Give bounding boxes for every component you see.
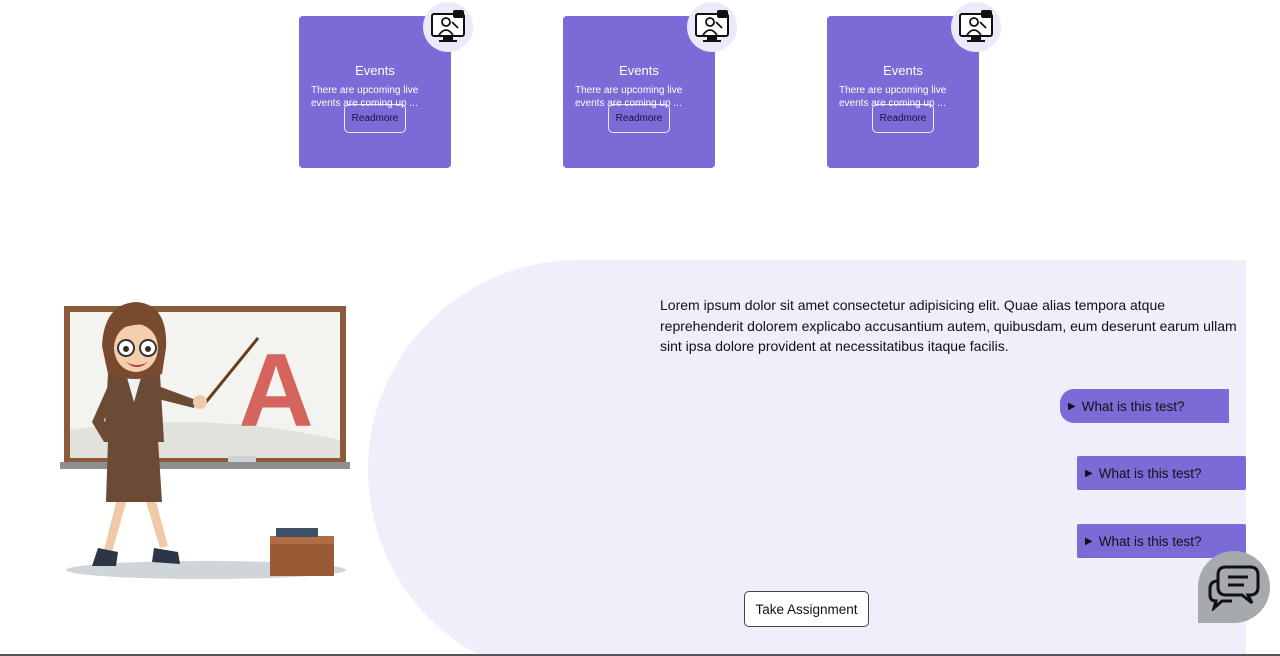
event-title: Events <box>883 63 923 78</box>
online-teacher-icon <box>951 2 1001 52</box>
online-teacher-icon <box>687 2 737 52</box>
teacher-illustration: A <box>56 290 356 590</box>
intro-paragraph: Lorem ipsum dolor sit amet consectetur a… <box>660 297 1237 354</box>
event-card: Events There are upcoming live events ar… <box>299 2 473 168</box>
event-card: Events There are upcoming live events ar… <box>563 2 737 168</box>
event-title: Events <box>619 63 659 78</box>
events-row: Events There are upcoming live events ar… <box>0 0 1280 180</box>
chat-button[interactable] <box>1198 551 1270 623</box>
take-assignment-button[interactable]: Take Assignment <box>744 591 869 627</box>
faq-question: What is this test? <box>1098 533 1202 549</box>
event-card: Events There are upcoming live events ar… <box>827 2 1001 168</box>
faq-item[interactable]: ▶ What is this test? <box>1060 389 1229 423</box>
readmore-button[interactable]: Readmore <box>608 104 670 133</box>
expand-triangle-icon: ▶ <box>1085 535 1093 547</box>
faq-question: What is this test? <box>1098 465 1202 481</box>
faq-question: What is this test? <box>1081 398 1185 414</box>
readmore-button[interactable]: Readmore <box>344 104 406 133</box>
readmore-button[interactable]: Readmore <box>872 104 934 133</box>
expand-triangle-icon: ▶ <box>1068 400 1076 412</box>
online-teacher-icon <box>423 2 473 52</box>
chat-bubble-icon <box>1208 565 1260 611</box>
event-title: Events <box>355 63 395 78</box>
faq-item[interactable]: ▶ What is this test? <box>1077 456 1246 490</box>
expand-triangle-icon: ▶ <box>1085 467 1093 479</box>
